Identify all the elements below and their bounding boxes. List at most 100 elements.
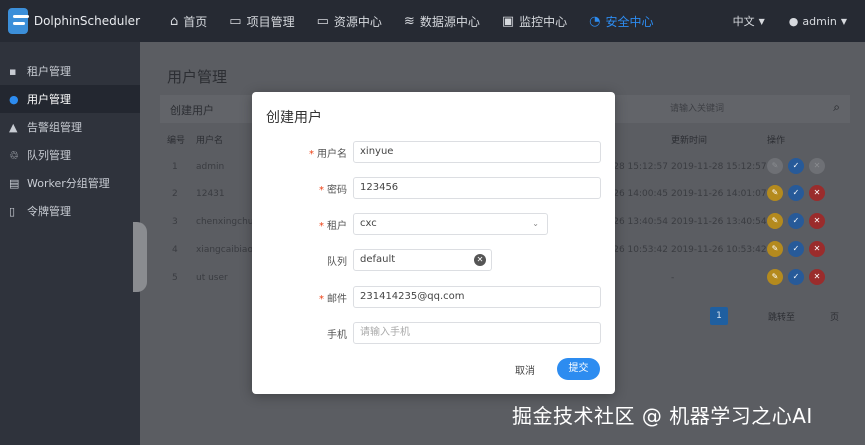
- table-cell-name: 12431: [196, 189, 225, 199]
- form-row-tenant: * 租户 cxc ⌄: [252, 213, 615, 235]
- user-name: admin: [802, 14, 837, 28]
- column-header-ops: 操作: [767, 136, 786, 146]
- delete-icon[interactable]: ✕: [809, 241, 825, 257]
- search-input[interactable]: 请输入关键词: [650, 99, 800, 119]
- folder-icon: ▭: [316, 13, 329, 29]
- delete-icon[interactable]: ✕: [809, 158, 825, 174]
- language-switcher[interactable]: 中文 ▼: [733, 13, 765, 29]
- nav-right: 中文 ▼ ● admin ▼: [709, 0, 847, 42]
- user-icon: ●: [9, 92, 19, 106]
- username-input[interactable]: xinyue: [353, 141, 601, 163]
- sidebar-item-label: 告警组管理: [27, 121, 82, 134]
- clear-icon[interactable]: ✕: [474, 254, 486, 266]
- nav-item-home[interactable]: ⌂ 首页: [170, 0, 207, 42]
- tenant-select[interactable]: cxc ⌄: [353, 213, 548, 235]
- nav-item-security[interactable]: ◔ 安全中心: [589, 0, 653, 42]
- top-navbar: DolphinScheduler ⌂ 首页 ▭ 项目管理 ▭ 资源中心 ≋ 数据…: [0, 0, 865, 42]
- table-cell-id: 5: [172, 273, 178, 283]
- email-input[interactable]: 231414235@qq.com: [353, 286, 601, 308]
- sidebar-item-tokens[interactable]: ▯ 令牌管理: [0, 197, 140, 225]
- column-header-name: 用户名: [196, 136, 224, 146]
- users-icon: ▪: [9, 64, 17, 78]
- row-actions: ✎ ✓ ✕: [767, 269, 830, 285]
- table-cell-updated: 2019-11-28 15:12:57: [671, 162, 767, 172]
- monitor-icon: ▣: [501, 13, 515, 29]
- sidebar-item-label: Worker分组管理: [27, 177, 110, 190]
- tenant-label: * 租户: [319, 221, 347, 232]
- user-menu[interactable]: ● admin ▼: [789, 15, 847, 28]
- table-cell-updated: -: [671, 273, 675, 283]
- sidebar: ▪ 租户管理 ● 用户管理 ▲ 告警组管理 ♲ 队列管理 ▤ Worker分组管…: [0, 42, 140, 445]
- form-row-queue: 队列 default ✕: [252, 249, 615, 271]
- sidebar-item-queues[interactable]: ♲ 队列管理: [0, 141, 140, 169]
- create-user-button[interactable]: 创建用户: [170, 102, 214, 118]
- edit-icon[interactable]: ✎: [767, 185, 783, 201]
- sidebar-item-tenants[interactable]: ▪ 租户管理: [0, 57, 140, 85]
- page-title: 用户管理: [167, 68, 228, 86]
- queue-select[interactable]: default ✕: [353, 249, 492, 271]
- edit-icon[interactable]: ✎: [767, 241, 783, 257]
- form-row-username: * 用户名 xinyue: [252, 141, 615, 163]
- database-icon: ≋: [403, 13, 415, 29]
- search-icon[interactable]: ⌕: [833, 100, 840, 115]
- authorize-icon[interactable]: ✓: [788, 185, 804, 201]
- home-icon: ⌂: [170, 13, 179, 29]
- delete-icon[interactable]: ✕: [809, 213, 825, 229]
- authorize-icon[interactable]: ✓: [788, 213, 804, 229]
- nav-item-projects[interactable]: ▭ 项目管理: [229, 0, 294, 42]
- table-cell-id: 3: [172, 217, 178, 227]
- edit-icon[interactable]: ✎: [767, 269, 783, 285]
- authorize-icon[interactable]: ✓: [788, 241, 804, 257]
- username-label: * 用户名: [309, 149, 347, 160]
- recycle-icon: ♲: [9, 148, 19, 162]
- folder-icon: ▭: [229, 13, 242, 29]
- nav-item-datasource[interactable]: ≋ 数据源中心: [404, 0, 480, 42]
- required-mark: *: [309, 149, 314, 160]
- nav-item-monitor[interactable]: ▣ 监控中心: [502, 0, 567, 42]
- queue-select-value: default: [360, 254, 396, 265]
- chevron-down-icon: ▼: [758, 16, 765, 26]
- phone-label: 手机: [327, 330, 347, 341]
- table-cell-created: -28 15:12:57: [610, 162, 668, 172]
- delete-icon[interactable]: ✕: [809, 185, 825, 201]
- table-cell-name: xiangcaibiao: [196, 245, 253, 255]
- queue-label: 队列: [327, 257, 347, 268]
- phone-input[interactable]: 请输入手机: [353, 322, 601, 344]
- authorize-icon[interactable]: ✓: [788, 269, 804, 285]
- page-button-current[interactable]: 1: [710, 307, 728, 325]
- warning-icon: ▲: [9, 120, 18, 134]
- nav-item-label: 首页: [183, 14, 208, 29]
- table-cell-id: 1: [172, 162, 178, 172]
- row-actions: ✎ ✓ ✕: [767, 185, 830, 201]
- sidebar-item-alert-groups[interactable]: ▲ 告警组管理: [0, 113, 140, 141]
- create-user-dialog: 创建用户 * 用户名 xinyue * 密码 123456 * 租户 cxc ⌄ 队列…: [252, 92, 615, 394]
- edit-icon[interactable]: ✎: [767, 213, 783, 229]
- table-cell-name: chenxingchun: [196, 217, 260, 227]
- sidebar-item-users[interactable]: ● 用户管理: [0, 85, 140, 113]
- submit-button[interactable]: 提交: [557, 358, 600, 380]
- sidebar-item-label: 租户管理: [27, 65, 71, 78]
- authorize-icon[interactable]: ✓: [788, 158, 804, 174]
- delete-icon[interactable]: ✕: [809, 269, 825, 285]
- cancel-button[interactable]: 取消: [515, 362, 535, 377]
- table-cell-name: ut user: [196, 273, 228, 283]
- nav-item-label: 安全中心: [605, 14, 654, 29]
- sidebar-collapse-handle[interactable]: [133, 222, 147, 292]
- nav-item-resources[interactable]: ▭ 资源中心: [317, 0, 382, 42]
- table-cell-created: -26 10:53:42: [610, 245, 668, 255]
- required-mark: *: [319, 221, 324, 232]
- sidebar-item-worker-groups[interactable]: ▤ Worker分组管理: [0, 169, 140, 197]
- row-actions: ✎ ✓ ✕: [767, 213, 830, 229]
- required-mark: *: [319, 294, 324, 305]
- user-icon: ●: [788, 14, 799, 28]
- app-name: DolphinScheduler: [33, 14, 140, 28]
- pagination: 1 跳转至 页: [710, 307, 839, 325]
- password-input[interactable]: 123456: [353, 177, 601, 199]
- logo[interactable]: DolphinScheduler: [0, 8, 140, 34]
- form-row-phone: 手机 请输入手机: [252, 322, 615, 344]
- form-row-password: * 密码 123456: [252, 177, 615, 199]
- table-cell-updated: 2019-11-26 14:01:07: [671, 189, 767, 199]
- table-cell-created: -26 13:40:54: [610, 217, 668, 227]
- edit-icon[interactable]: ✎: [767, 158, 783, 174]
- nav-item-label: 项目管理: [246, 14, 295, 29]
